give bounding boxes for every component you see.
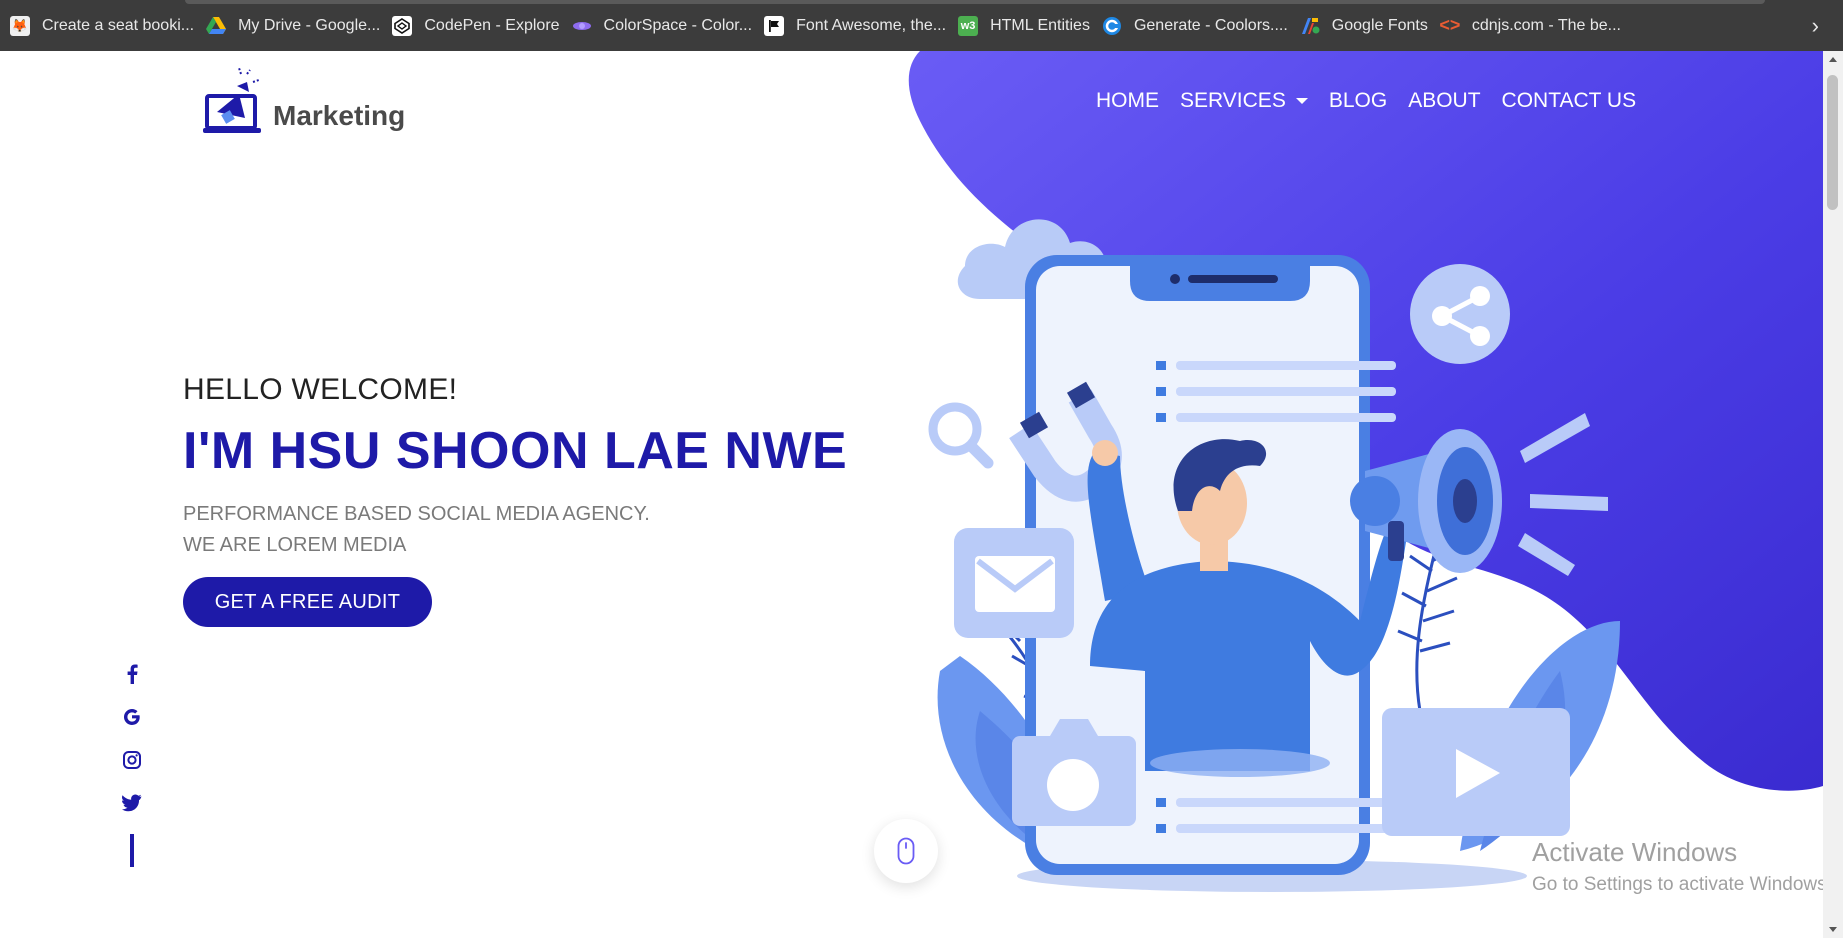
megaphone-laptop-icon	[203, 68, 261, 133]
hero-name: I'M HSU SHOON LAE NWE	[183, 422, 848, 480]
social-links	[120, 662, 144, 867]
nav-services-label: SERVICES	[1180, 89, 1286, 112]
main-nav: HOME SERVICES BLOG ABOUT CONTACT US	[1096, 89, 1657, 113]
nav-about[interactable]: ABOUT	[1408, 89, 1480, 113]
social-divider-line	[130, 834, 134, 867]
bookmark-label: cdnjs.com - The be...	[1471, 16, 1621, 34]
page-scrollbar[interactable]	[1823, 51, 1843, 938]
hero-subtitle-line2: WE ARE LOREM MEDIA	[183, 534, 407, 556]
logo-text: Marketing	[273, 100, 406, 131]
bookmark-label: CodePen - Explore	[424, 16, 560, 34]
scrollbar-thumb[interactable]	[1827, 75, 1838, 210]
bookmark-font-awesome[interactable]: Font Awesome, the...	[762, 9, 956, 43]
hero-illustration	[928, 219, 1620, 892]
google-icon[interactable]	[120, 705, 144, 729]
instagram-icon[interactable]	[120, 748, 144, 772]
code-brackets-icon: <>	[1439, 15, 1461, 35]
hero-subtitle-line1: PERFORMANCE BASED SOCIAL MEDIA AGENCY.	[183, 503, 650, 525]
bookmark-label: ColorSpace - Color...	[603, 16, 753, 34]
bookmark-seat-booking[interactable]: 🦊 Create a seat booki...	[8, 9, 204, 43]
colorspace-icon	[572, 16, 592, 36]
mouse-icon	[897, 837, 915, 865]
bookmark-google-fonts[interactable]: Google Fonts	[1298, 9, 1438, 43]
bookmark-coolors[interactable]: Generate - Coolors....	[1100, 9, 1298, 43]
caret-down-icon	[1295, 98, 1308, 104]
bookmark-label: HTML Entities	[990, 16, 1090, 34]
scroll-up-arrow-icon[interactable]	[1829, 57, 1837, 62]
bookmarks-bar: 🦊 Create a seat booki... My Drive - Goog…	[0, 0, 1843, 51]
bookmark-html-entities[interactable]: w3 HTML Entities	[956, 9, 1100, 43]
fox-icon: 🦊	[10, 15, 30, 36]
google-drive-icon	[206, 16, 227, 36]
twitter-icon[interactable]	[120, 791, 144, 815]
bookmark-google-drive[interactable]: My Drive - Google...	[204, 9, 390, 43]
facebook-icon[interactable]	[120, 662, 144, 686]
w3-icon: w3	[958, 15, 979, 36]
nav-services[interactable]: SERVICES	[1180, 89, 1308, 113]
bookmark-colorspace[interactable]: ColorSpace - Color...	[570, 9, 763, 43]
nav-home[interactable]: HOME	[1096, 89, 1159, 113]
chevron-right-icon[interactable]: ›	[1812, 13, 1819, 39]
watermark-title: Activate Windows	[1532, 837, 1738, 867]
bookmark-label: Create a seat booki...	[42, 16, 195, 34]
flag-icon	[764, 15, 785, 36]
watermark-subtitle: Go to Settings to activate Windows.	[1532, 874, 1832, 895]
bookmark-label: My Drive - Google...	[238, 16, 381, 34]
free-audit-button[interactable]: GET A FREE AUDIT	[183, 577, 432, 627]
tab-strip-edge	[185, 0, 1765, 4]
hero-welcome: HELLO WELCOME!	[183, 373, 458, 406]
google-fonts-icon	[1300, 16, 1320, 36]
nav-contact[interactable]: CONTACT US	[1502, 89, 1637, 113]
bookmark-codepen[interactable]: CodePen - Explore	[390, 9, 569, 43]
hero-subtitle: PERFORMANCE BASED SOCIAL MEDIA AGENCY. W…	[183, 499, 650, 561]
scroll-down-arrow-icon[interactable]	[1829, 927, 1837, 932]
page-viewport: Marketing HOME SERVICES BLOG ABOUT CONTA…	[0, 51, 1843, 938]
bookmark-label: Generate - Coolors....	[1133, 16, 1288, 34]
bookmark-label: Google Fonts	[1331, 16, 1428, 34]
nav-blog[interactable]: BLOG	[1329, 89, 1387, 113]
windows-activation-watermark: Activate Windows Go to Settings to activ…	[1532, 837, 1832, 896]
logo[interactable]: Marketing	[203, 68, 405, 138]
bookmark-cdnjs[interactable]: <> cdnjs.com - The be...	[1438, 9, 1631, 43]
codepen-icon	[392, 15, 413, 36]
coolors-icon	[1102, 16, 1122, 36]
bookmark-label: Font Awesome, the...	[796, 16, 947, 34]
